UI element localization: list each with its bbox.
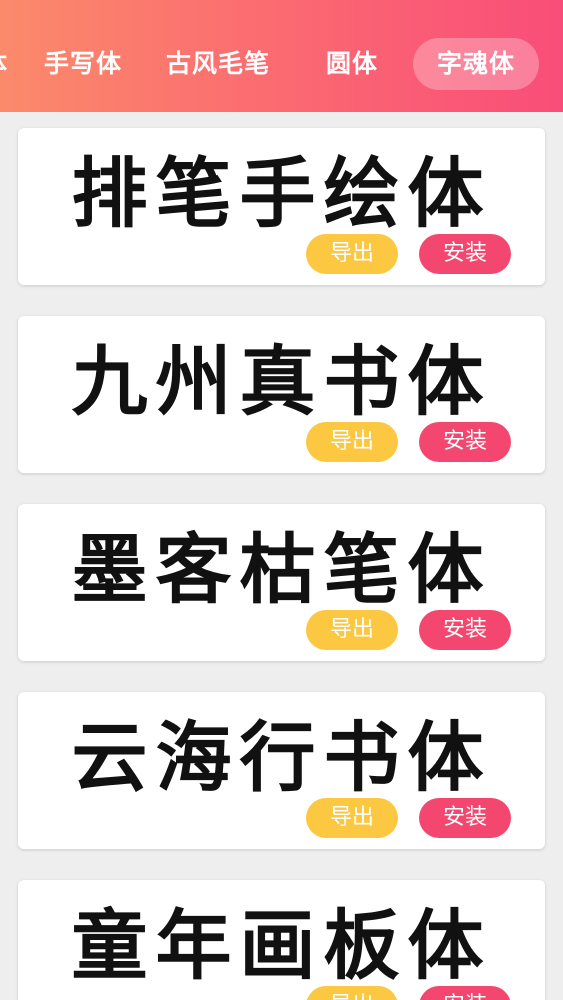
font-preview-text: 童年画板体 (71, 901, 492, 990)
install-button[interactable]: 安装 (419, 234, 511, 274)
font-card[interactable]: 墨客枯笔体 导出 安装 (18, 504, 545, 661)
font-preview-text: 云海行书体 (71, 713, 492, 802)
category-tab-bar: 体 手写体 古风毛笔 圆体 字魂体 (0, 0, 563, 112)
export-button[interactable]: 导出 (306, 798, 398, 838)
font-preview-text: 排笔手绘体 (71, 149, 492, 238)
font-card[interactable]: 云海行书体 导出 安装 (18, 692, 545, 849)
tab-zihun-active[interactable]: 字魂体 (413, 38, 540, 90)
export-button[interactable]: 导出 (306, 234, 398, 274)
install-button[interactable]: 安装 (419, 422, 511, 462)
export-button[interactable]: 导出 (306, 610, 398, 650)
install-button[interactable]: 安装 (419, 798, 511, 838)
tab-ancient-brush[interactable]: 古风毛笔 (166, 38, 270, 90)
tab-handwriting[interactable]: 手写体 (44, 38, 122, 90)
font-preview-text: 墨客枯笔体 (71, 525, 492, 614)
install-button[interactable]: 安装 (419, 610, 511, 650)
tab-partial-left[interactable]: 体 (0, 38, 8, 90)
font-list: 排笔手绘体 导出 安装 九州真书体 导出 安装 墨客枯笔体 导出 安装 云海行书… (0, 112, 563, 1000)
font-preview-text: 九州真书体 (71, 337, 492, 426)
export-button[interactable]: 导出 (306, 422, 398, 462)
font-card[interactable]: 九州真书体 导出 安装 (18, 316, 545, 473)
font-card[interactable]: 排笔手绘体 导出 安装 (18, 128, 545, 285)
tab-round[interactable]: 圆体 (326, 38, 378, 90)
install-button[interactable]: 安装 (419, 986, 511, 1000)
export-button[interactable]: 导出 (306, 986, 398, 1000)
font-card[interactable]: 童年画板体 导出 安装 (18, 880, 545, 1000)
